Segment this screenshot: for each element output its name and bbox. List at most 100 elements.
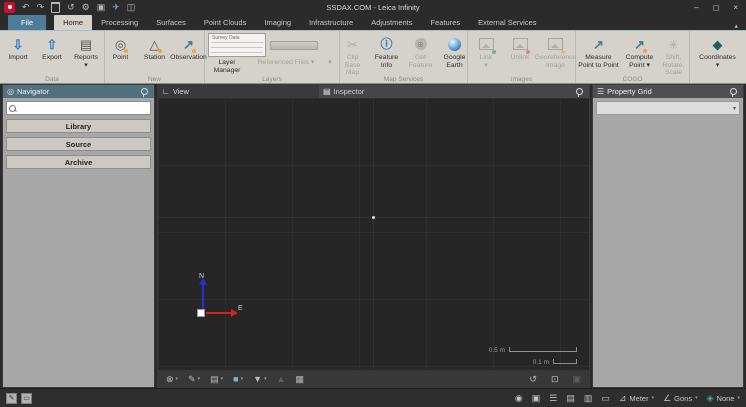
georeference-image-button: Georeference Image bbox=[537, 33, 574, 69]
layers-view-button[interactable]: ▤ ▾ bbox=[210, 374, 223, 384]
view-3d-button[interactable]: ■ ▾ bbox=[233, 374, 243, 384]
status-inspector-icon[interactable]: ▣ bbox=[532, 393, 541, 403]
navigator-icon: ◎ bbox=[7, 87, 14, 96]
render-mode-button[interactable]: ⊗ ▾ bbox=[166, 374, 178, 384]
redo-icon[interactable]: ↷ bbox=[37, 2, 45, 12]
point-label: Point bbox=[113, 54, 129, 62]
status-layers-icon[interactable]: ▤ bbox=[566, 393, 575, 403]
new-point-button[interactable]: ◎ Point bbox=[104, 33, 138, 62]
property-selector-dropdown[interactable]: ▾ bbox=[596, 101, 740, 115]
ribbon-group-new: ◎ Point △ Station ↗ Observation New bbox=[105, 31, 205, 83]
scale-small-label: 0.1 m bbox=[533, 359, 549, 366]
scale-large-bar bbox=[509, 347, 577, 352]
property-grid-title: Property Grid bbox=[607, 87, 652, 96]
tab-imaging[interactable]: Imaging bbox=[255, 15, 300, 30]
measure-point-to-point-button[interactable]: ↗ Measure Point to Point bbox=[575, 33, 623, 69]
coordinate-system-dropdown[interactable]: ◈ None ▾ bbox=[707, 393, 740, 404]
filter-caret-icon[interactable]: ▾ bbox=[264, 376, 267, 382]
view-3d-caret-icon[interactable]: ▾ bbox=[241, 376, 244, 382]
inspector-tab[interactable]: ▤ Inspector bbox=[319, 85, 589, 98]
new-station-button[interactable]: △ Station bbox=[138, 33, 172, 62]
property-grid-header[interactable]: ☰ Property Grid bbox=[593, 85, 743, 98]
clip-base-map-label: Clip Base Map bbox=[338, 54, 368, 77]
app-logo-icon[interactable] bbox=[4, 2, 15, 13]
status-property-grid-icon[interactable]: ☰ bbox=[549, 393, 557, 403]
length-unit-caret-icon: ▾ bbox=[652, 395, 655, 401]
minimize-button[interactable]: – bbox=[694, 3, 698, 12]
group-label-new: New bbox=[105, 76, 204, 83]
tab-features[interactable]: Features bbox=[422, 15, 470, 30]
property-grid-pin-icon[interactable] bbox=[730, 88, 737, 95]
undo-icon[interactable]: ↶ bbox=[22, 2, 30, 12]
layers-view-caret-icon[interactable]: ▾ bbox=[221, 376, 224, 382]
georeference-image-label: Georeference Image bbox=[535, 54, 577, 69]
tab-home[interactable]: Home bbox=[54, 15, 92, 30]
view-tab[interactable]: ∟ View bbox=[158, 85, 319, 98]
navigator-archive-button[interactable]: Archive bbox=[6, 155, 151, 169]
map-canvas[interactable]: N E 0.5 m 0.1 m bbox=[158, 98, 589, 369]
inspector-pin-icon[interactable] bbox=[576, 88, 583, 95]
render-mode-caret-icon[interactable]: ▾ bbox=[176, 376, 179, 382]
reports-button[interactable]: ▤ Reports ▾ bbox=[69, 33, 103, 69]
coordinates-icon: ◆ bbox=[713, 38, 723, 51]
sync-icon[interactable]: ↺ bbox=[67, 2, 75, 12]
coordinates-button[interactable]: ◆ Coordinates ▾ bbox=[697, 33, 738, 69]
window-layout-icon[interactable]: ◫ bbox=[127, 2, 136, 12]
publish-icon[interactable]: ✈ bbox=[112, 2, 120, 12]
reports-icon: ▤ bbox=[80, 38, 92, 51]
group-label-data: Data bbox=[0, 76, 104, 83]
export-label: Export bbox=[42, 54, 62, 62]
close-button[interactable]: × bbox=[733, 3, 738, 12]
grid-toggle-button[interactable]: ▦ bbox=[295, 374, 304, 384]
status-navigator-icon[interactable]: ◉ bbox=[515, 393, 523, 403]
tab-infrastructure[interactable]: Infrastructure bbox=[300, 15, 362, 30]
status-snap-tool-icon[interactable]: ▭ bbox=[21, 393, 32, 404]
filter-button[interactable]: ▼ ▾ bbox=[253, 374, 266, 384]
collapse-ribbon-icon[interactable]: ▴ bbox=[734, 22, 746, 30]
compute-point-button[interactable]: ↗ Compute Point ▾ bbox=[623, 33, 657, 69]
navigator-library-button[interactable]: Library bbox=[6, 119, 151, 133]
import-button[interactable]: ⇩ Import bbox=[1, 33, 35, 62]
length-unit-dropdown[interactable]: ⊿ Meter ▾ bbox=[619, 393, 654, 404]
new-observation-button[interactable]: ↗ Observation bbox=[172, 33, 206, 62]
style-button[interactable]: ✎ ▾ bbox=[188, 374, 200, 384]
status-reports-icon[interactable]: ▥ bbox=[584, 393, 593, 403]
coordinate-system-caret-icon: ▾ bbox=[737, 395, 740, 401]
crosshair-vertical bbox=[373, 98, 374, 369]
angle-icon: ∠ bbox=[663, 393, 671, 404]
navigator-header[interactable]: ◎ Navigator bbox=[3, 85, 154, 98]
tab-surfaces[interactable]: Surfaces bbox=[147, 15, 195, 30]
tab-point-clouds[interactable]: Point Clouds bbox=[195, 15, 256, 30]
get-feature-button: ⊕ Get Feature bbox=[404, 33, 438, 69]
origin-point bbox=[372, 216, 375, 219]
angle-unit-dropdown[interactable]: ∠ Gons ▾ bbox=[663, 393, 698, 404]
status-folder-icon[interactable]: ▭ bbox=[601, 393, 610, 403]
tab-adjustments[interactable]: Adjustments bbox=[362, 15, 421, 30]
layer-manager-button[interactable]: Layer Manager bbox=[206, 59, 248, 74]
coordinate-system-label: None bbox=[717, 394, 735, 403]
tab-file[interactable]: File bbox=[8, 15, 46, 30]
zoom-extents-icon[interactable]: ⊡ bbox=[551, 374, 559, 384]
status-draw-tool-icon[interactable]: ✎ bbox=[6, 393, 17, 404]
navigator-source-button[interactable]: Source bbox=[6, 137, 151, 151]
unlink-image-label: Unlink bbox=[511, 54, 530, 62]
tab-external-services[interactable]: External Services bbox=[469, 15, 545, 30]
navigator-pin-icon[interactable] bbox=[141, 88, 148, 95]
google-earth-button[interactable]: Google Earth bbox=[438, 33, 472, 69]
get-feature-icon: ⊕ bbox=[415, 38, 427, 50]
export-button[interactable]: ⇧ Export bbox=[35, 33, 69, 62]
referenced-files-slider-icon bbox=[270, 41, 318, 50]
search-input[interactable] bbox=[16, 105, 148, 112]
style-caret-icon[interactable]: ▾ bbox=[198, 376, 201, 382]
delete-icon[interactable] bbox=[51, 2, 60, 13]
link-image-icon bbox=[479, 38, 494, 50]
instrument-icon[interactable]: ⚙ bbox=[82, 2, 90, 12]
tab-processing[interactable]: Processing bbox=[92, 15, 147, 30]
axis-east-line bbox=[206, 312, 232, 314]
terrain-button: ▲ bbox=[277, 374, 286, 384]
restore-button[interactable]: ◻ bbox=[713, 3, 720, 12]
feature-info-button[interactable]: ⓘ Feature Info bbox=[370, 33, 404, 69]
rotate-view-icon[interactable]: ↺ bbox=[529, 374, 537, 384]
ruler-icon: ⊿ bbox=[619, 393, 627, 404]
archive-icon[interactable]: ▣ bbox=[97, 2, 106, 12]
